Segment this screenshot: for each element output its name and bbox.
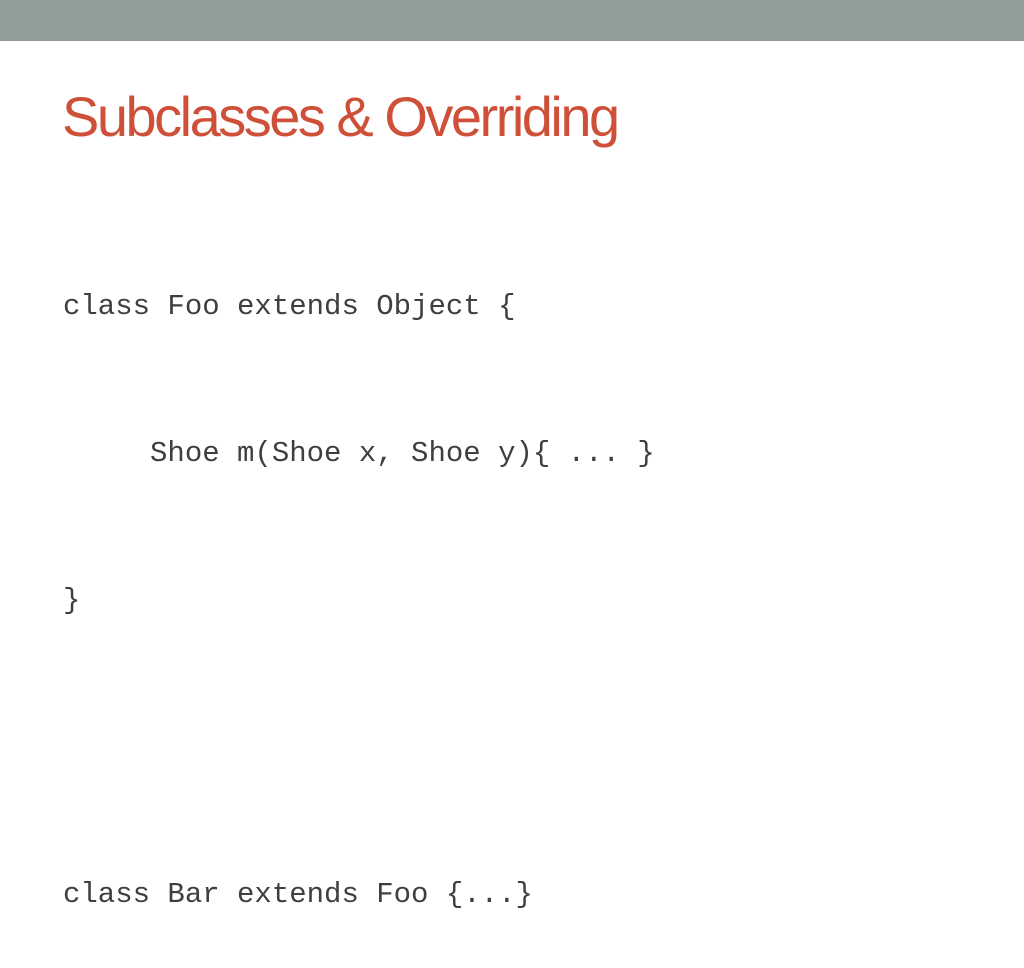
code-line: class Bar extends Foo {...}	[63, 878, 533, 911]
code-line: class Foo extends Object {	[63, 290, 516, 323]
code-line: Shoe m(Shoe x, Shoe y){ ... }	[63, 437, 655, 470]
code-line: }	[63, 584, 81, 617]
slide-title: Subclasses & Overriding	[62, 85, 620, 148]
code-block: class Foo extends Object { Shoe m(Shoe x…	[63, 184, 655, 968]
slide-top-bar	[0, 0, 1024, 41]
